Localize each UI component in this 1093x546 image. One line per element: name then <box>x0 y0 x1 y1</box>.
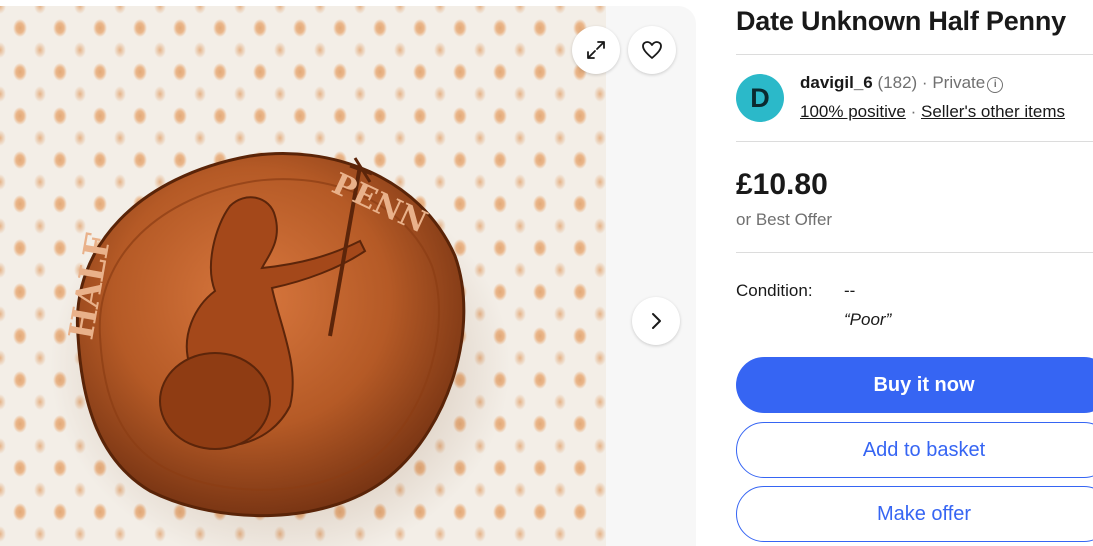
coin-image: HALF PENN <box>50 152 510 546</box>
seller-name[interactable]: davigil_6 <box>800 73 873 92</box>
add-to-basket-button[interactable]: Add to basket <box>736 422 1093 478</box>
best-offer-text: or Best Offer <box>736 210 833 229</box>
heart-icon <box>642 41 662 59</box>
expand-icon <box>587 41 605 59</box>
seller-info-line: davigil_6 (182) · Private i <box>800 73 1004 93</box>
buy-it-now-button[interactable]: Buy it now <box>736 357 1093 413</box>
expand-button[interactable] <box>572 26 620 74</box>
divider <box>736 252 1093 253</box>
info-icon[interactable]: i <box>987 77 1004 93</box>
seller-links: 100% positive · Seller's other items <box>800 102 1065 122</box>
chevron-right-icon <box>652 313 661 329</box>
seller-type: Private <box>932 73 986 92</box>
condition-quote: “Poor” <box>844 310 892 329</box>
next-image-button[interactable] <box>632 297 680 345</box>
condition-label: Condition: <box>736 281 813 300</box>
divider <box>736 141 1093 142</box>
positive-feedback-link[interactable]: 100% positive <box>800 102 906 121</box>
make-offer-button[interactable]: Make offer <box>736 486 1093 542</box>
divider <box>736 54 1093 55</box>
image-gallery: HALF PENN <box>0 6 696 546</box>
feedback-count[interactable]: (182) <box>878 73 918 92</box>
avatar-letter: D <box>750 82 770 113</box>
item-price: £10.80 <box>736 168 828 201</box>
condition-value: -- <box>844 281 856 300</box>
listing-details-panel: Date Unknown Half Penny D davigil_6 (182… <box>736 0 1093 542</box>
seller-avatar[interactable]: D <box>736 74 784 122</box>
watchlist-button[interactable] <box>628 26 676 74</box>
seller-other-items-link[interactable]: Seller's other items <box>921 102 1065 121</box>
separator-dot: · <box>910 102 917 121</box>
separator-dot: · <box>921 73 928 92</box>
listing-title: Date Unknown Half Penny <box>736 6 1066 36</box>
listing-photo[interactable]: HALF PENN <box>0 6 606 546</box>
